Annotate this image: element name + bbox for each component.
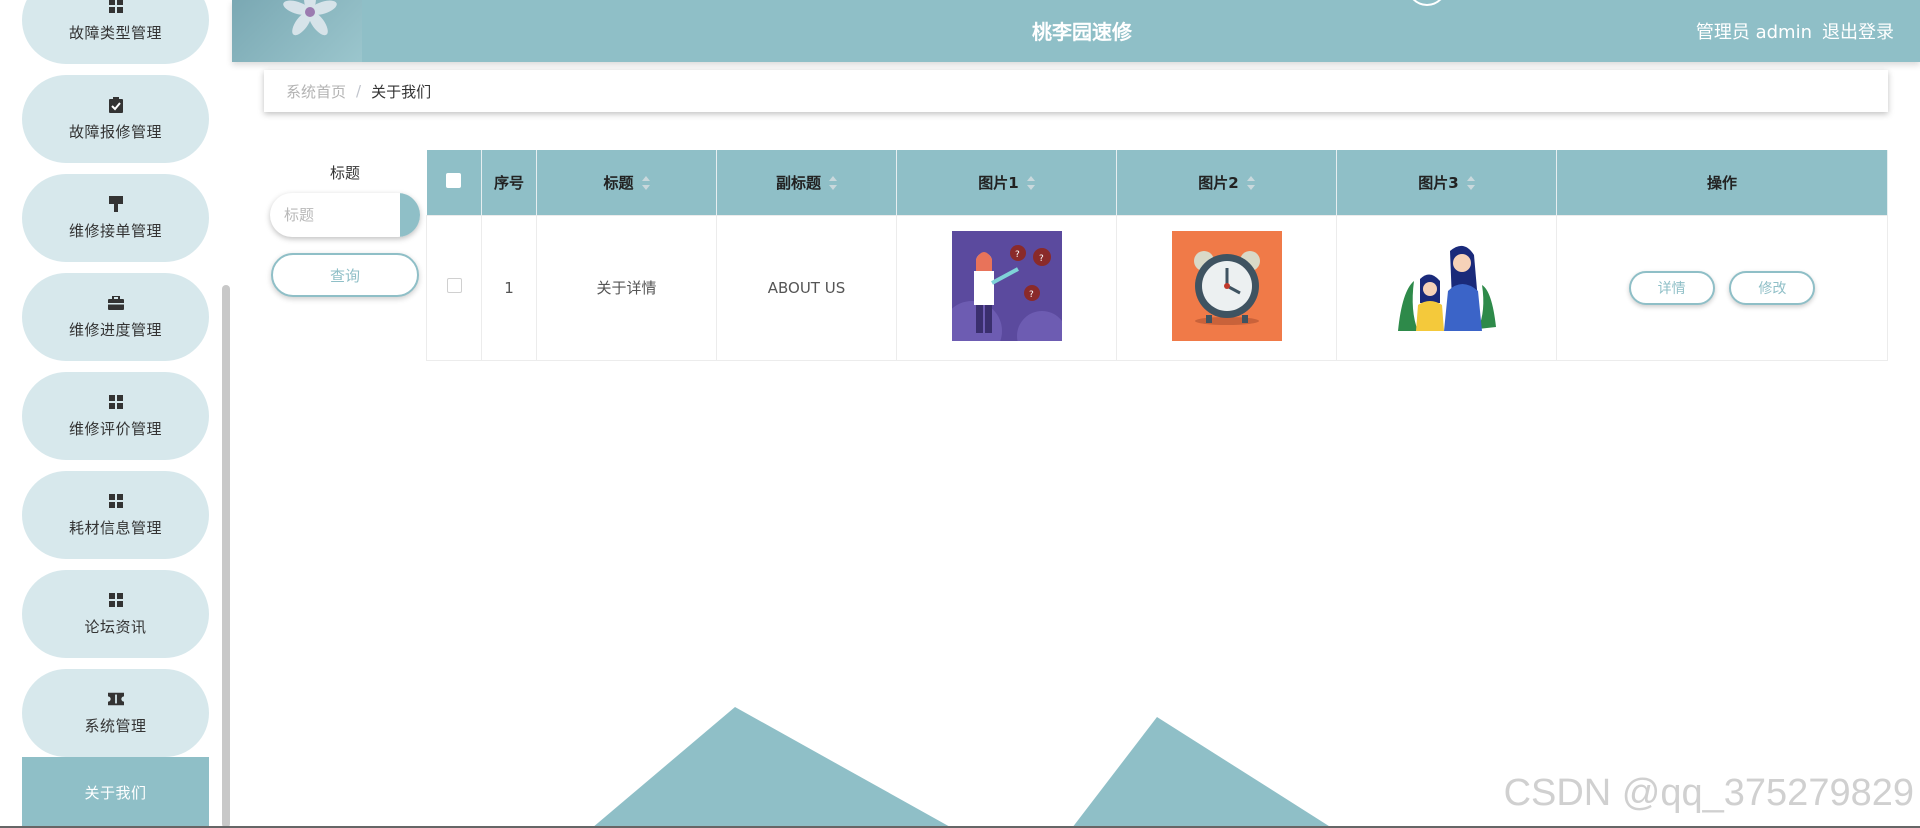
user-area: 管理员 admin 退出登录 xyxy=(1696,18,1894,44)
logout-link[interactable]: 退出登录 xyxy=(1822,18,1894,44)
breadcrumb-home[interactable]: 系统首页 xyxy=(286,81,346,102)
sidebar-item-system[interactable]: 系统管理 xyxy=(22,669,209,757)
search-input-accent xyxy=(400,193,420,237)
sidebar-item-forum-news[interactable]: 论坛资讯 xyxy=(22,570,209,658)
about-us-table: 序号 标题 副标题 图片1 图片2 图片3 操作 1 关于详情 ABOUT US… xyxy=(426,150,1888,361)
column-header-index: 序号 xyxy=(481,150,537,215)
cell-subtitle: ABOUT US xyxy=(716,214,897,361)
detail-button[interactable]: 详情 xyxy=(1628,270,1715,305)
column-header-label: 图片3 xyxy=(1418,173,1459,192)
sidebar-scrollbar[interactable] xyxy=(222,285,230,828)
sidebar-item-label: 耗材信息管理 xyxy=(68,518,162,537)
sort-icon[interactable] xyxy=(1026,176,1035,191)
sort-icon[interactable] xyxy=(1466,176,1475,191)
csdn-watermark: CSDN @qq_375279829 xyxy=(1503,772,1914,814)
row-select-cell xyxy=(426,214,482,361)
row-checkbox[interactable] xyxy=(446,278,462,293)
search-input[interactable] xyxy=(270,193,400,237)
sidebar-item-label: 维修评价管理 xyxy=(68,419,162,438)
column-header-image3[interactable]: 图片3 xyxy=(1336,150,1557,215)
svg-text:?: ? xyxy=(1029,290,1034,300)
cell-index: 1 xyxy=(481,214,537,361)
column-header-actions: 操作 xyxy=(1556,150,1888,215)
sidebar-item-label: 故障类型管理 xyxy=(68,23,162,42)
app-title: 桃李园速修 xyxy=(1032,20,1132,44)
sidebar-item-about-us[interactable]: 关于我们 xyxy=(22,757,209,827)
ticket-icon xyxy=(107,691,124,707)
sidebar-item-label: 维修进度管理 xyxy=(68,320,162,339)
cell-image2 xyxy=(1116,214,1337,361)
user-role: 管理员 admin xyxy=(1695,22,1812,43)
doctor-vaccine-illustration[interactable]: ? ? ? xyxy=(951,230,1062,341)
cell-actions: 详情 修改 xyxy=(1556,214,1888,361)
sort-icon[interactable] xyxy=(641,176,650,191)
sidebar-item-label: 关于我们 xyxy=(84,783,147,802)
sidebar-item-fault-type[interactable]: 故障类型管理 xyxy=(22,0,209,64)
select-all-header xyxy=(426,150,482,215)
grid-icon xyxy=(108,592,124,608)
briefcase-icon xyxy=(107,295,124,311)
column-header-subtitle[interactable]: 副标题 xyxy=(716,150,897,215)
sidebar-item-repair-progress[interactable]: 维修进度管理 xyxy=(22,273,209,361)
column-header-label: 图片1 xyxy=(978,173,1019,192)
sort-icon[interactable] xyxy=(829,176,837,191)
sidebar-item-label: 系统管理 xyxy=(84,716,147,735)
grid-icon xyxy=(108,493,124,509)
sidebar-item-consumables[interactable]: 耗材信息管理 xyxy=(22,471,209,559)
edit-button[interactable]: 修改 xyxy=(1729,270,1816,305)
column-header-label: 副标题 xyxy=(775,173,821,192)
column-header-title[interactable]: 标题 xyxy=(536,150,717,215)
avatar[interactable] xyxy=(1407,0,1447,6)
sidebar-item-label: 论坛资讯 xyxy=(84,617,147,636)
sidebar-item-repair-order[interactable]: 维修接单管理 xyxy=(22,174,209,262)
column-header-label: 图片2 xyxy=(1198,173,1239,192)
table-header-row: 序号 标题 副标题 图片1 图片2 图片3 操作 xyxy=(426,150,1888,215)
column-header-label: 标题 xyxy=(603,173,634,192)
clipboard-icon xyxy=(108,96,124,113)
table-row: 1 关于详情 ABOUT US ? ? ? 详情 修改 xyxy=(426,214,1888,361)
cell-image3 xyxy=(1336,214,1557,361)
search-input-wrap xyxy=(270,193,420,237)
alarm-clock-illustration[interactable] xyxy=(1171,230,1282,341)
cell-image1: ? ? ? xyxy=(896,214,1117,361)
sidebar-item-label: 维修接单管理 xyxy=(68,221,162,240)
search-label: 标题 xyxy=(329,164,360,182)
breadcrumb-separator: / xyxy=(356,82,362,100)
mother-child-illustration[interactable] xyxy=(1391,230,1502,341)
column-header-image1[interactable]: 图片1 xyxy=(896,150,1117,215)
brush-icon xyxy=(108,195,124,212)
grid-icon xyxy=(108,0,124,14)
breadcrumb-current: 关于我们 xyxy=(371,82,432,101)
sidebar: 故障类型管理 故障报修管理 维修接单管理 维修进度管理 维修评价管理 耗材信息管… xyxy=(0,0,232,828)
sidebar-item-fault-repair[interactable]: 故障报修管理 xyxy=(22,75,209,163)
header-flower-decoration xyxy=(232,0,362,62)
query-button[interactable]: 查询 xyxy=(271,253,419,297)
top-header: 桃李园速修 管理员 admin 退出登录 xyxy=(232,0,1920,62)
sort-icon[interactable] xyxy=(1246,176,1255,191)
column-header-image2[interactable]: 图片2 xyxy=(1116,150,1337,215)
grid-icon xyxy=(108,394,124,410)
sidebar-item-repair-review[interactable]: 维修评价管理 xyxy=(22,372,209,460)
svg-text:?: ? xyxy=(1039,254,1044,264)
svg-text:?: ? xyxy=(1015,250,1020,260)
sidebar-item-label: 故障报修管理 xyxy=(68,122,162,141)
breadcrumb: 系统首页 / 关于我们 xyxy=(264,70,1888,112)
select-all-checkbox[interactable] xyxy=(446,172,462,188)
cell-title: 关于详情 xyxy=(536,214,717,361)
